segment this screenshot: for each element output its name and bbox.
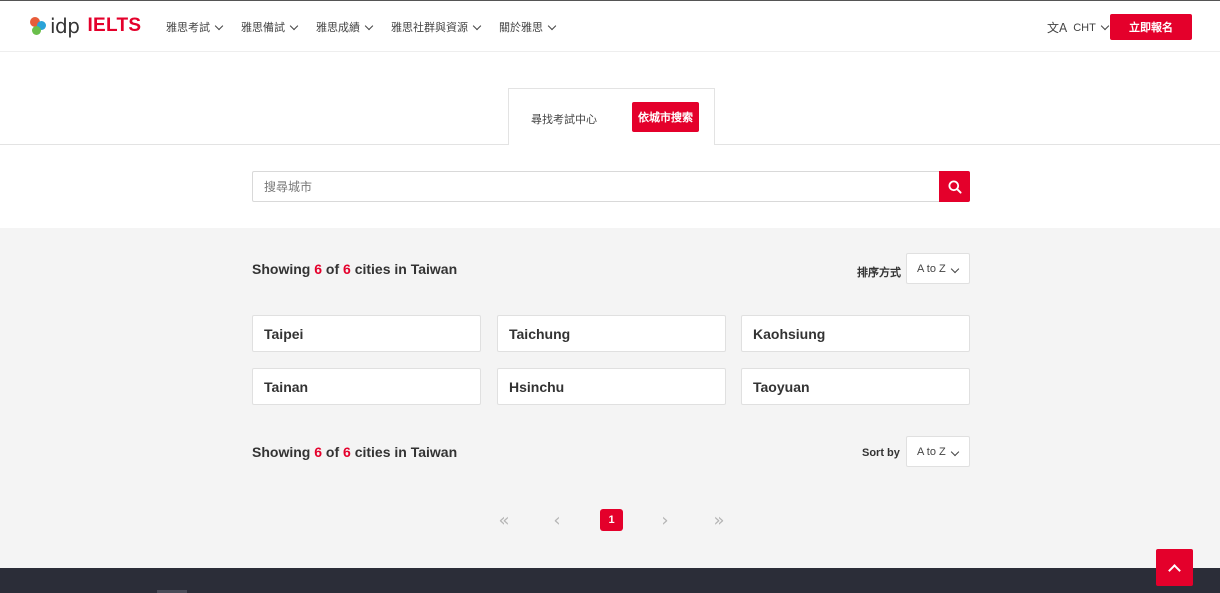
nav-item-prepare[interactable]: 雅思備試 [241,19,299,35]
city-card-kaohsiung[interactable]: Kaohsiung [741,315,970,352]
nav-item-label: 雅思社群與資源 [391,22,468,34]
shown-count: 6 [314,261,323,277]
city-search-input[interactable] [252,171,939,202]
idp-ielts-logo[interactable]: idp IELTS [30,14,142,38]
back-to-top-button[interactable] [1156,549,1193,586]
tab-search-by-city[interactable]: 依城市搜索 [632,102,699,132]
city-card-taichung[interactable]: Taichung [497,315,726,352]
nav-item-label: 雅思成績 [316,22,360,34]
tab-find-test-centre[interactable]: 尋找考試中心 [531,111,597,127]
city-search-bar [252,171,970,202]
search-button[interactable] [939,171,970,202]
results-count-bottom: Showing 6 of 6 cities in Taiwan [252,444,458,460]
language-selector[interactable]: 文A CHT [1047,19,1110,36]
sort-value: A to Z [917,445,946,458]
sort-select-bottom[interactable]: A to Z [906,436,970,467]
nav-item-about[interactable]: 關於雅思 [499,19,557,35]
chevron-down-icon [1100,21,1110,31]
city-card-tainan[interactable]: Tainan [252,368,481,405]
nav-item-label: 關於雅思 [499,22,543,34]
prev-page-icon[interactable]: ‹ [549,509,565,531]
last-page-icon[interactable]: » [709,509,729,531]
chevron-down-icon [289,21,299,30]
search-icon [948,180,962,194]
chevron-up-icon [1168,563,1181,577]
city-card-taipei[interactable]: Taipei [252,315,481,352]
register-button[interactable]: 立即報名 [1110,14,1192,40]
chevron-down-icon [950,264,960,274]
results-count-top: Showing 6 of 6 cities in Taiwan [252,261,458,277]
site-header: idp IELTS 雅思考試 雅思備試 雅思成績 雅思社群與資源 關於雅思 文A… [0,0,1220,52]
total-count: 6 [343,261,351,277]
pagination: « ‹ 1 › » [0,509,1220,531]
sort-value: A to Z [917,262,946,275]
nav-item-label: 雅思考試 [166,22,210,34]
nav-item-exam[interactable]: 雅思考試 [166,19,224,35]
city-card-hsinchu[interactable]: Hsinchu [497,368,726,405]
logo-ielts-text: IELTS [87,15,142,36]
total-count: 6 [343,444,351,460]
chevron-down-icon [950,447,960,457]
logo-idp-text: idp [50,14,80,38]
idp-logo-icon [30,17,48,35]
next-page-icon[interactable]: › [657,509,673,531]
chevron-down-icon [472,21,482,30]
sort-label-bottom: Sort by [862,447,900,459]
first-page-icon[interactable]: « [494,509,514,531]
nav-item-community[interactable]: 雅思社群與資源 [391,19,482,35]
sort-label-top: 排序方式 [857,267,901,279]
chevron-down-icon [547,21,557,30]
language-label: CHT [1073,21,1096,34]
chevron-down-icon [364,21,374,30]
results-section: Showing 6 of 6 cities in Taiwan 排序方式 A t… [0,228,1220,568]
shown-count: 6 [314,444,323,460]
city-card-taoyuan[interactable]: Taoyuan [741,368,970,405]
translate-icon: 文A [1047,21,1068,35]
page-number-current[interactable]: 1 [600,509,623,531]
nav-item-label: 雅思備試 [241,22,285,34]
nav-item-results[interactable]: 雅思成績 [316,19,374,35]
main-nav: 雅思考試 雅思備試 雅思成績 雅思社群與資源 關於雅思 [166,19,574,35]
chevron-down-icon [214,21,224,30]
search-tabs: 尋找考試中心 依城市搜索 [508,88,715,145]
sort-select-top[interactable]: A to Z [906,253,970,284]
site-footer [0,568,1220,593]
